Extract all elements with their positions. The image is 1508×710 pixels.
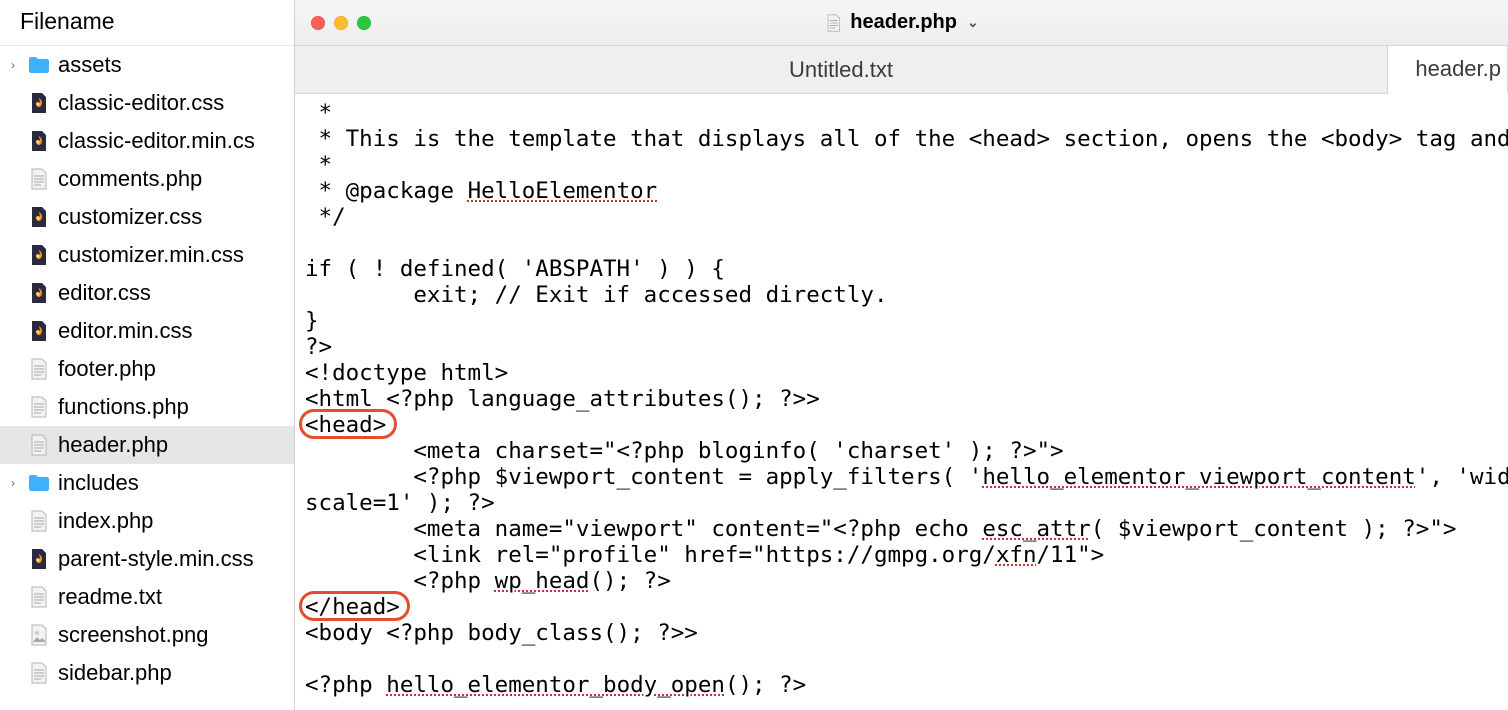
css-file-icon [28, 282, 50, 304]
file-label: editor.min.css [58, 318, 290, 344]
file-label: customizer.css [58, 204, 290, 230]
text-file-icon [28, 586, 50, 608]
window-title-text: header.php [850, 11, 957, 34]
chevron-down-icon: ⌄ [967, 14, 979, 31]
folder-icon [28, 54, 50, 76]
code-line[interactable]: if ( ! defined( 'ABSPATH' ) ) { [305, 256, 1498, 282]
code-line[interactable]: exit; // Exit if accessed directly. [305, 282, 1498, 308]
window-titlebar: header.php ⌄ [295, 0, 1508, 46]
text-file-icon [28, 434, 50, 456]
text-file-icon [28, 396, 50, 418]
image-file-icon [28, 624, 50, 646]
minimize-window-button[interactable] [334, 16, 348, 30]
code-line[interactable] [305, 646, 1498, 672]
file-row-classic-editor-css[interactable]: classic-editor.css [0, 84, 294, 122]
disclosure-triangle-icon[interactable]: › [6, 58, 20, 72]
code-line[interactable]: <!doctype html> [305, 360, 1498, 386]
file-label: header.php [58, 432, 290, 458]
css-file-icon [28, 92, 50, 114]
file-label: readme.txt [58, 584, 290, 610]
code-line[interactable]: <link rel="profile" href="https://gmpg.o… [305, 542, 1498, 568]
file-label: footer.php [58, 356, 290, 382]
code-line[interactable]: * [305, 100, 1498, 126]
file-row-customizer-css[interactable]: customizer.css [0, 198, 294, 236]
editor-pane: header.php ⌄ Untitled.txtheader.p * * Th… [295, 0, 1508, 710]
code-line[interactable]: ?> [305, 334, 1498, 360]
file-row-includes[interactable]: › includes [0, 464, 294, 502]
file-row-customizer-min-css[interactable]: customizer.min.css [0, 236, 294, 274]
file-label: editor.css [58, 280, 290, 306]
close-window-button[interactable] [311, 16, 325, 30]
file-row-header-php[interactable]: header.php [0, 426, 294, 464]
zoom-window-button[interactable] [357, 16, 371, 30]
css-file-icon [28, 206, 50, 228]
file-label: index.php [58, 508, 290, 534]
code-line[interactable]: <meta name="viewport" content="<?php ech… [305, 516, 1498, 542]
file-row-classic-editor-min-css[interactable]: classic-editor.min.cs [0, 122, 294, 160]
file-row-index-php[interactable]: index.php [0, 502, 294, 540]
code-line[interactable]: * @package HelloElementor [305, 178, 1498, 204]
file-row-functions-php[interactable]: functions.php [0, 388, 294, 426]
code-line[interactable]: } [305, 308, 1498, 334]
file-label: classic-editor.css [58, 90, 290, 116]
text-file-icon [28, 168, 50, 190]
file-label: assets [58, 52, 290, 78]
file-label: functions.php [58, 394, 290, 420]
file-label: screenshot.png [58, 622, 290, 648]
code-line[interactable]: <?php wp_head(); ?> [305, 568, 1498, 594]
traffic-lights [311, 16, 371, 30]
file-label: classic-editor.min.cs [58, 128, 290, 154]
code-editor[interactable]: * * This is the template that displays a… [295, 94, 1508, 710]
file-row-parent-style-min-css[interactable]: parent-style.min.css [0, 540, 294, 578]
code-line[interactable]: <body <?php body_class(); ?>> [305, 620, 1498, 646]
sidebar-header: Filename [0, 0, 294, 46]
file-row-screenshot-png[interactable]: screenshot.png [0, 616, 294, 654]
disclosure-triangle-icon[interactable]: › [6, 476, 20, 490]
code-line[interactable]: <head> [305, 412, 1498, 438]
css-file-icon [28, 320, 50, 342]
css-file-icon [28, 244, 50, 266]
app-root: Filename › assets classic-editor.css classi… [0, 0, 1508, 710]
code-line[interactable] [305, 230, 1498, 256]
tab-bar: Untitled.txtheader.p [295, 46, 1508, 94]
file-row-comments-php[interactable]: comments.php [0, 160, 294, 198]
text-file-icon [28, 358, 50, 380]
tab-header-p[interactable]: header.p [1388, 46, 1508, 94]
file-label: customizer.min.css [58, 242, 290, 268]
file-row-footer-php[interactable]: footer.php [0, 350, 294, 388]
css-file-icon [28, 548, 50, 570]
file-row-assets[interactable]: › assets [0, 46, 294, 84]
code-line[interactable]: * [305, 152, 1498, 178]
file-row-editor-min-css[interactable]: editor.min.css [0, 312, 294, 350]
file-row-sidebar-php[interactable]: sidebar.php [0, 654, 294, 692]
document-icon [824, 12, 842, 34]
file-label: comments.php [58, 166, 290, 192]
code-line[interactable]: <html <?php language_attributes(); ?>> [305, 386, 1498, 412]
file-row-readme-txt[interactable]: readme.txt [0, 578, 294, 616]
file-label: parent-style.min.css [58, 546, 290, 572]
code-line[interactable]: </head> [305, 594, 1498, 620]
code-line[interactable]: <meta charset="<?php bloginfo( 'charset'… [305, 438, 1498, 464]
text-file-icon [28, 510, 50, 532]
code-line[interactable]: */ [305, 204, 1498, 230]
tab-untitled-txt[interactable]: Untitled.txt [295, 46, 1388, 93]
file-row-editor-css[interactable]: editor.css [0, 274, 294, 312]
file-list[interactable]: › assets classic-editor.css classic-editor.… [0, 46, 294, 710]
file-label: includes [58, 470, 290, 496]
code-line[interactable]: * This is the template that displays all… [305, 126, 1498, 152]
file-label: sidebar.php [58, 660, 290, 686]
code-line[interactable]: scale=1' ); ?> [305, 490, 1498, 516]
file-sidebar: Filename › assets classic-editor.css classi… [0, 0, 295, 710]
window-title[interactable]: header.php ⌄ [824, 11, 978, 34]
css-file-icon [28, 130, 50, 152]
text-file-icon [28, 662, 50, 684]
code-line[interactable]: <?php hello_elementor_body_open(); ?> [305, 672, 1498, 698]
code-line[interactable]: <?php $viewport_content = apply_filters(… [305, 464, 1498, 490]
folder-icon [28, 472, 50, 494]
